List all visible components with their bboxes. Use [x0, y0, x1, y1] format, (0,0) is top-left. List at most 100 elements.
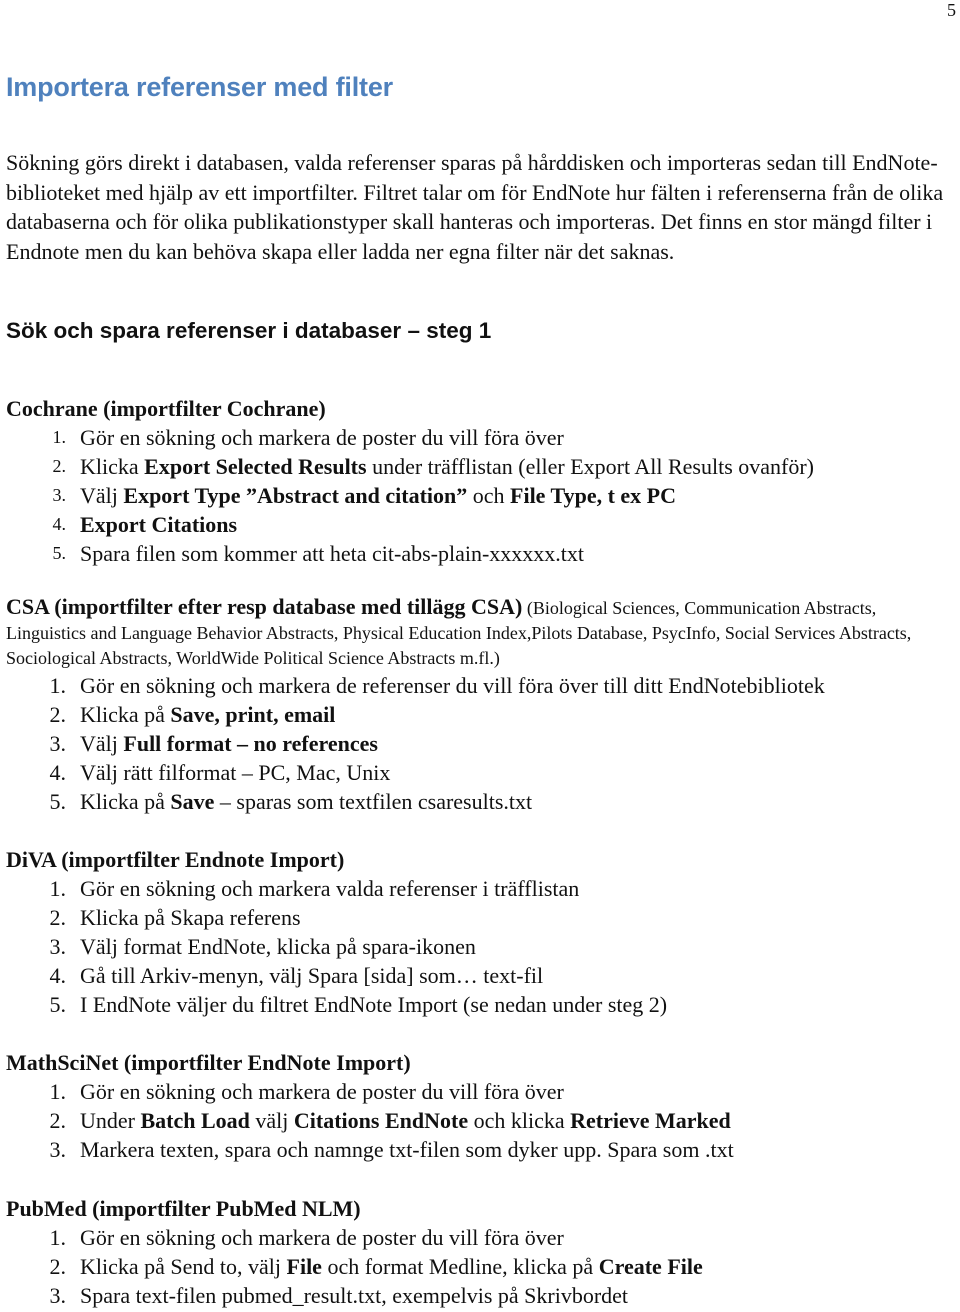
step-text: Markera texten, spara och namnge txt-fil… [80, 1135, 734, 1164]
step-text: I EndNote väljer du filtret EndNote Impo… [80, 990, 667, 1019]
step-number: 2. [52, 456, 67, 476]
step-text: Under Batch Load välj Citations EndNote … [80, 1106, 731, 1135]
list-item: 5. Klicka på Save – sparas som textfilen … [6, 787, 956, 816]
step-number: 3. [49, 1137, 67, 1162]
step-text-fragment: Klicka på [80, 789, 171, 814]
steps-list: 1. Gör en sökning och markera de poster d… [6, 1223, 956, 1310]
step-text: Export Citations [80, 510, 237, 539]
step-text-fragment: Gör en sökning och markera valda referen… [80, 876, 580, 901]
step-text-fragment: Välj [80, 731, 124, 756]
step-text-fragment: I EndNote väljer du filtret EndNote Impo… [80, 992, 668, 1017]
section-title: DiVA (importfilter Endnote Import) [6, 847, 345, 872]
step-text: Spara filen som kommer att heta cit-abs-… [80, 539, 584, 568]
step-text-fragment: Gör en sökning och markera de poster du … [80, 425, 564, 450]
section-csa: CSA (importfilter efter resp database me… [6, 594, 956, 816]
step-text: Klicka på Send to, välj File och format … [80, 1252, 703, 1281]
step-text-fragment: och klicka [468, 1108, 571, 1133]
step-text: Klicka på Save – sparas som textfilen cs… [80, 787, 532, 816]
bold-ui-term: Save [170, 789, 215, 814]
step-number: 2. [49, 1108, 67, 1133]
step-number: 4. [52, 514, 67, 534]
step-text-fragment: Spara text-filen pubmed_result.txt, exem… [80, 1283, 629, 1308]
step-number: 3. [49, 731, 67, 756]
bold-ui-term: File [286, 1254, 322, 1279]
step-text: Spara text-filen pubmed_result.txt, exem… [80, 1281, 628, 1310]
step-number: 2. [49, 702, 67, 727]
bold-ui-term: File Type, t ex PC [510, 483, 677, 508]
bold-ui-term: Export Citations [80, 512, 238, 537]
step-text-fragment: Under [80, 1108, 141, 1133]
bold-ui-term: Retrieve Marked [570, 1108, 731, 1133]
step-text-fragment: Markera texten, spara och namnge txt-fil… [80, 1137, 734, 1162]
step-text: Gör en sökning och markera de poster du … [80, 1077, 564, 1106]
step-number: 2. [49, 905, 67, 930]
step-number: 5. [49, 992, 67, 1017]
section-title: PubMed (importfilter PubMed NLM) [6, 1196, 361, 1221]
bold-ui-term: Export Type ”Abstract and citation” [123, 483, 468, 508]
step-number: 1. [49, 1079, 67, 1104]
step-number: 4. [49, 760, 67, 785]
step-number: 5. [49, 789, 67, 814]
step-text: Välj format EndNote, klicka på spara-iko… [80, 932, 476, 961]
step-text-fragment: Välj rätt filformat – PC, Mac, Unix [80, 760, 391, 785]
step-text: Välj Export Type ”Abstract and citation”… [80, 481, 676, 510]
step-text-fragment: Gå till Arkiv-menyn, välj Spara [sida] s… [80, 963, 544, 988]
step-text-fragment: Spara filen som kommer att heta cit-abs-… [80, 541, 585, 566]
section-cochrane: Cochrane (importfilter Cochrane) 1. Gör e… [6, 394, 956, 568]
section-title: MathSciNet (importfilter EndNote Import) [6, 1050, 411, 1075]
list-item: 1. Gör en sökning och markera de poster d… [6, 423, 956, 452]
steps-list: 1. Gör en sökning och markera de referens… [6, 671, 956, 816]
list-item: 2. Under Batch Load välj Citations EndNot… [6, 1106, 956, 1135]
step-text-fragment: – sparas som textfilen csaresults.txt [214, 789, 533, 814]
list-item: 3. Markera texten, spara och namnge txt-f… [6, 1135, 956, 1164]
section-title: Cochrane (importfilter Cochrane) [6, 396, 326, 421]
section-mathscinet: MathSciNet (importfilter EndNote Import)… [6, 1048, 956, 1164]
list-item: 4. Välj rätt filformat – PC, Mac, Unix [6, 758, 956, 787]
step-number: 1. [49, 1225, 67, 1250]
step-text: Gör en sökning och markera de referenser… [80, 671, 825, 700]
step-text-fragment: Gör en sökning och markera de poster du … [80, 1225, 564, 1250]
bold-ui-term: Full format – no references [123, 731, 378, 756]
step-text-fragment: och format Medline, klicka på [321, 1254, 599, 1279]
step-text-fragment: under träfflistan (eller Export All Resu… [366, 454, 815, 479]
bold-ui-term: Create File [598, 1254, 703, 1279]
csa-title: CSA (importfilter efter resp database me… [6, 594, 523, 619]
bold-ui-term: Batch Load [140, 1108, 250, 1133]
step-number: 3. [49, 934, 67, 959]
step-text-fragment: Klicka [80, 454, 145, 479]
step-number: 1. [49, 876, 67, 901]
step-text: Gå till Arkiv-menyn, välj Spara [sida] s… [80, 961, 543, 990]
step-text: Klicka på Save, print, email [80, 700, 335, 729]
step-text-fragment: Klicka på [80, 702, 171, 727]
list-item: 2. Klicka på Skapa referens [6, 903, 956, 932]
step-text-fragment: och [467, 483, 511, 508]
list-item: 5. Spara filen som kommer att heta cit-ab… [6, 539, 956, 568]
section-pubmed: PubMed (importfilter PubMed NLM) 1. Gör e… [6, 1194, 956, 1310]
step-text: Välj rätt filformat – PC, Mac, Unix [80, 758, 390, 787]
list-item: 1. Gör en sökning och markera de poster d… [6, 1077, 956, 1106]
section-diva: DiVA (importfilter Endnote Import) 1. Gör… [6, 845, 956, 1019]
list-item: 1. Gör en sökning och markera de referens… [6, 671, 956, 700]
step-text-fragment: Klicka på Skapa referens [80, 905, 301, 930]
step-number: 1. [52, 427, 67, 447]
bold-ui-term: Export Selected Results [144, 454, 367, 479]
step-text-fragment: välj [249, 1108, 294, 1133]
step-text: Välj Full format – no references [80, 729, 378, 758]
step-text: Gör en sökning och markera valda referen… [80, 874, 579, 903]
list-item: 3. Välj format EndNote, klicka på spara-i… [6, 932, 956, 961]
section-title: CSA (importfilter efter resp database me… [6, 594, 956, 671]
bold-ui-term: Citations EndNote [293, 1108, 469, 1133]
step-number: 1. [49, 673, 67, 698]
list-item: 5. I EndNote väljer du filtret EndNote Im… [6, 990, 956, 1019]
list-item: 3. Spara text-filen pubmed_result.txt, ex… [6, 1281, 956, 1310]
steps-list: 1. Gör en sökning och markera de poster d… [6, 1077, 956, 1164]
list-item: 4. Export Citations [6, 510, 956, 539]
intro-paragraph: Sökning görs direkt i databasen, valda r… [6, 150, 944, 264]
list-item: 4. Gå till Arkiv-menyn, välj Spara [sida]… [6, 961, 956, 990]
list-item: 2. Klicka på Send to, välj File och forma… [6, 1252, 956, 1281]
list-item: 3. Välj Export Type ”Abstract and citatio… [6, 481, 956, 510]
list-item: 1. Gör en sökning och markera valda refer… [6, 874, 956, 903]
step-text-fragment: Gör en sökning och markera de poster du … [80, 1079, 564, 1104]
list-item: 3. Välj Full format – no references [6, 729, 956, 758]
step-text-fragment: Klicka på Send to, välj [80, 1254, 287, 1279]
